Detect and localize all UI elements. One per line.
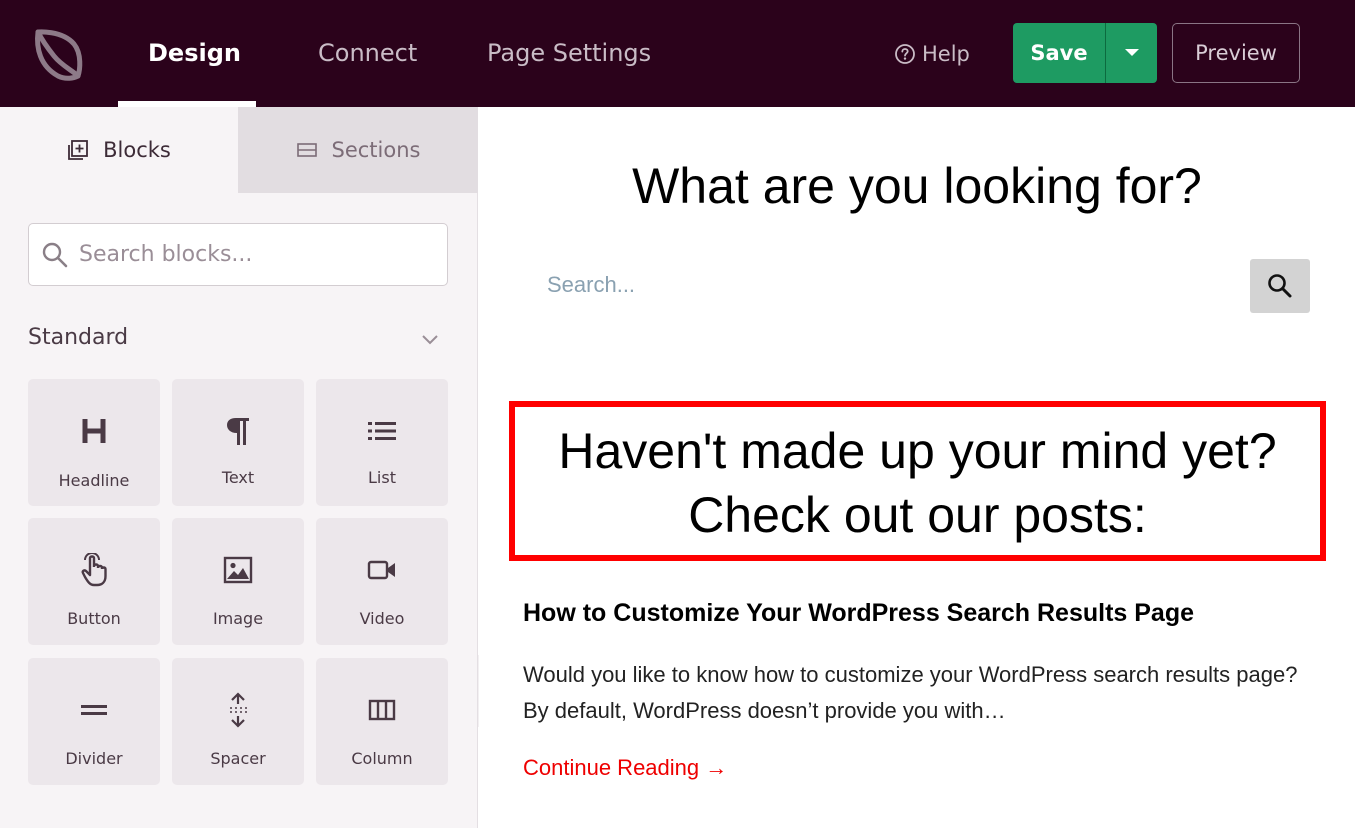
- hand-pointer-icon: [81, 553, 107, 587]
- save-button-group: Save: [1013, 23, 1157, 83]
- preview-button[interactable]: Preview: [1172, 23, 1300, 83]
- block-label: Column: [351, 749, 413, 768]
- block-button[interactable]: Button: [28, 518, 160, 645]
- spacer-icon: [230, 692, 247, 728]
- posts-heading: Haven't made up your mind yet? Check out…: [515, 419, 1320, 547]
- tab-blocks-label: Blocks: [103, 138, 171, 162]
- continue-reading-link[interactable]: Continue Reading →: [523, 755, 727, 781]
- tab-sections-label: Sections: [331, 138, 421, 162]
- block-image[interactable]: Image: [172, 518, 304, 645]
- question-circle-icon: [895, 44, 915, 64]
- block-video[interactable]: Video: [316, 518, 448, 645]
- save-button[interactable]: Save: [1013, 23, 1105, 83]
- block-spacer[interactable]: Spacer: [172, 658, 304, 785]
- tab-design[interactable]: Design: [148, 0, 241, 107]
- divider-icon: [81, 705, 107, 715]
- block-column[interactable]: Column: [316, 658, 448, 785]
- highlighted-heading-block[interactable]: Haven't made up your mind yet? Check out…: [509, 401, 1326, 561]
- save-options-dropdown[interactable]: [1106, 23, 1157, 83]
- tab-page-settings[interactable]: Page Settings: [487, 0, 651, 107]
- block-label: Divider: [65, 749, 123, 768]
- tab-sections[interactable]: Sections: [238, 107, 478, 193]
- image-icon: [223, 556, 253, 584]
- block-search: [28, 223, 448, 286]
- block-text[interactable]: Text: [172, 379, 304, 506]
- chevron-down-icon[interactable]: [420, 329, 440, 349]
- block-divider[interactable]: Divider: [28, 658, 160, 785]
- page-search-input[interactable]: [547, 272, 1047, 298]
- search-icon: [42, 242, 68, 267]
- block-label: Text: [221, 468, 255, 487]
- add-block-icon: [68, 140, 89, 160]
- post-title[interactable]: How to Customize Your WordPress Search R…: [523, 599, 1194, 628]
- page-search-button[interactable]: [1250, 259, 1310, 313]
- block-label: Spacer: [210, 749, 266, 768]
- caret-down-icon: [1124, 49, 1139, 56]
- blocks-sidebar: Blocks Sections Standard Headline Text L…: [0, 107, 478, 828]
- page-heading[interactable]: What are you looking for?: [479, 157, 1355, 215]
- block-label: Video: [359, 609, 405, 628]
- tab-connect[interactable]: Connect: [318, 0, 417, 107]
- help-label: Help: [922, 42, 970, 66]
- video-icon: [367, 560, 395, 580]
- list-icon: [368, 422, 396, 440]
- tab-blocks[interactable]: Blocks: [0, 107, 238, 193]
- posts-heading-line-2: Check out our posts:: [688, 487, 1147, 543]
- posts-heading-line-1: Haven't made up your mind yet?: [558, 423, 1277, 479]
- top-bar: Design Connect Page Settings Help Save P…: [0, 0, 1355, 107]
- page-search-form: [547, 272, 1047, 298]
- block-label: List: [368, 468, 396, 487]
- sections-icon: [296, 143, 317, 157]
- post-excerpt: Would you like to know how to customize …: [523, 662, 1298, 723]
- search-icon: [1268, 274, 1292, 298]
- column-icon: [368, 699, 396, 721]
- paragraph-icon: [227, 418, 249, 445]
- standard-section-title: Standard: [28, 325, 129, 350]
- block-label: Headline: [58, 471, 130, 490]
- block-label: Button: [67, 609, 121, 628]
- block-label: Image: [212, 609, 264, 628]
- search-blocks-input[interactable]: [79, 242, 419, 267]
- help-link[interactable]: Help: [894, 40, 970, 68]
- block-headline[interactable]: Headline: [28, 379, 160, 506]
- block-list[interactable]: List: [316, 379, 448, 506]
- headline-icon: [82, 419, 106, 443]
- page-preview-canvas: What are you looking for? Haven't made u…: [479, 107, 1355, 828]
- seedprod-logo-icon[interactable]: [32, 26, 84, 82]
